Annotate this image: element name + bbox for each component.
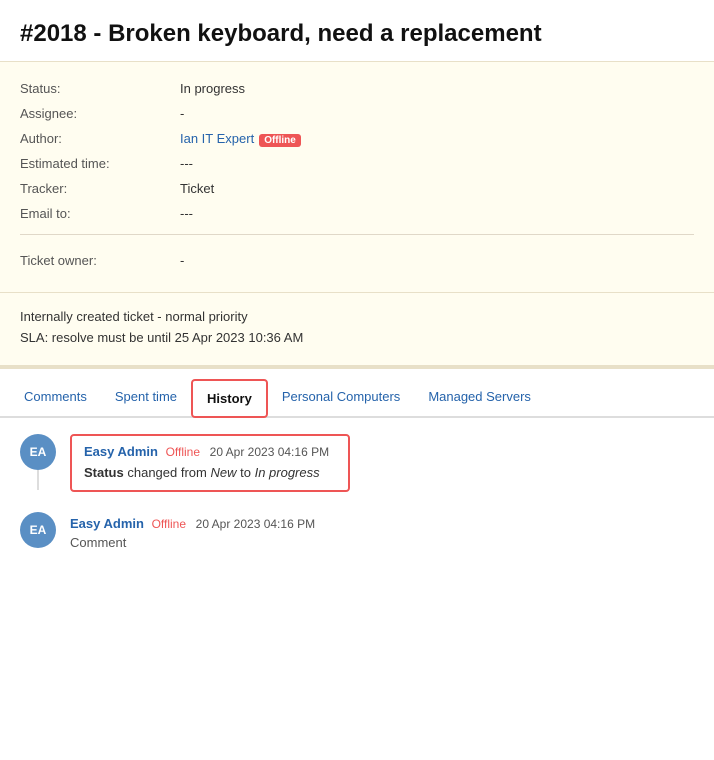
assignee-value: - <box>180 106 184 121</box>
author-row-value: Ian IT Expert Offline <box>180 131 301 146</box>
history-author-1: Easy Admin <box>84 444 158 459</box>
history-bubble-1: Easy Admin Offline 20 Apr 2023 04:16 PM … <box>70 434 350 493</box>
author-row: Author: Ian IT Expert Offline <box>20 126 694 151</box>
author-link[interactable]: Ian IT Expert <box>180 131 254 146</box>
history-detail-1: Status changed from New to In progress <box>84 463 336 483</box>
history-offline-2: Offline <box>152 517 186 531</box>
avatar-2: EA <box>20 512 56 548</box>
history-body-1: Easy Admin Offline 20 Apr 2023 04:16 PM … <box>70 434 694 493</box>
assignee-row: Assignee: - <box>20 101 694 126</box>
estimated-label: Estimated time: <box>20 156 180 171</box>
tracker-label: Tracker: <box>20 181 180 196</box>
note-line1: Internally created ticket - normal prior… <box>20 307 694 328</box>
history-meta-2: Easy Admin Offline 20 Apr 2023 04:16 PM <box>70 516 694 531</box>
page-header: #2018 - Broken keyboard, need a replacem… <box>0 0 714 61</box>
tab-comments[interactable]: Comments <box>10 377 101 416</box>
avatar-initials-1: EA <box>30 445 47 459</box>
author-offline-badge: Offline <box>259 134 301 147</box>
separator <box>20 234 694 235</box>
estimated-value: --- <box>180 156 193 171</box>
history-timestamp-1: 20 Apr 2023 04:16 PM <box>210 445 329 459</box>
detail-to: In progress <box>255 465 320 480</box>
tab-spent-time[interactable]: Spent time <box>101 377 191 416</box>
note-line2: SLA: resolve must be until 25 Apr 2023 1… <box>20 328 694 349</box>
history-meta-1: Easy Admin Offline 20 Apr 2023 04:16 PM <box>84 444 336 459</box>
history-entry-1: EA Easy Admin Offline 20 Apr 2023 04:16 … <box>20 434 694 493</box>
avatar-1: EA <box>20 434 56 470</box>
note-section: Internally created ticket - normal prior… <box>0 293 714 369</box>
owner-row: Ticket owner: - <box>20 243 694 278</box>
history-timestamp-2: 20 Apr 2023 04:16 PM <box>196 517 315 531</box>
author-label: Author: <box>20 131 180 146</box>
status-value: In progress <box>180 81 245 96</box>
owner-value: - <box>180 253 184 268</box>
assignee-label: Assignee: <box>20 106 180 121</box>
avatar-initials-2: EA <box>30 523 47 537</box>
history-author-2: Easy Admin <box>70 516 144 531</box>
detail-status-label: Status <box>84 465 124 480</box>
comment-text-2: Comment <box>70 535 694 550</box>
timeline-line-1 <box>37 470 39 490</box>
detail-changed: changed from <box>127 465 210 480</box>
tab-history[interactable]: History <box>191 379 268 418</box>
detail-from: New <box>210 465 236 480</box>
estimated-row: Estimated time: --- <box>20 151 694 176</box>
history-entry-2: EA Easy Admin Offline 20 Apr 2023 04:16 … <box>20 512 694 550</box>
history-body-2: Easy Admin Offline 20 Apr 2023 04:16 PM … <box>70 512 694 550</box>
tab-managed-servers[interactable]: Managed Servers <box>414 377 545 416</box>
tab-personal-computers[interactable]: Personal Computers <box>268 377 415 416</box>
tracker-value: Ticket <box>180 181 214 196</box>
tracker-row: Tracker: Ticket <box>20 176 694 201</box>
status-row: Status: In progress <box>20 76 694 101</box>
ticket-info-section: Status: In progress Assignee: - Author: … <box>0 61 714 293</box>
status-label: Status: <box>20 81 180 96</box>
email-label: Email to: <box>20 206 180 221</box>
history-section: EA Easy Admin Offline 20 Apr 2023 04:16 … <box>0 418 714 587</box>
page-title: #2018 - Broken keyboard, need a replacem… <box>20 18 694 49</box>
detail-to-text: to <box>240 465 254 480</box>
owner-label: Ticket owner: <box>20 253 180 268</box>
history-offline-1: Offline <box>166 445 200 459</box>
tabs-bar: Comments Spent time History Personal Com… <box>0 377 714 418</box>
email-row: Email to: --- <box>20 201 694 226</box>
email-value: --- <box>180 206 193 221</box>
